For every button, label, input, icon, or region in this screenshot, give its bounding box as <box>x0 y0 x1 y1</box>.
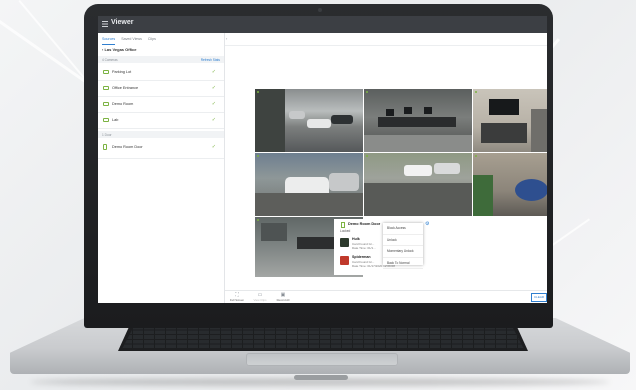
camera-icon <box>103 118 109 122</box>
checkmark-icon: ✓ <box>211 144 216 150</box>
menu-item-block-access[interactable]: Block Access <box>383 223 423 235</box>
event-time: Date Time: 01/1... <box>352 246 376 250</box>
door-icon <box>103 144 107 150</box>
trackpad <box>246 353 398 366</box>
door-title: Demo Room Door <box>348 222 381 226</box>
view-clips-label: View Clips <box>253 298 267 302</box>
tab-saved-views[interactable]: Saved Views <box>121 37 142 45</box>
main-view: ‹ Demo Room Door ⚙ Locked Hulk Card Foun… <box>225 33 547 303</box>
avatar <box>340 256 349 265</box>
tab-sources[interactable]: Sources <box>102 37 116 45</box>
sidebar-item-demo-room[interactable]: Demo Room ✓ <box>98 97 224 113</box>
gear-icon[interactable]: ⚙ <box>425 221 429 227</box>
keyboard-rows <box>122 326 524 349</box>
camera-icon <box>103 86 109 90</box>
view-clips-button[interactable]: ▭ View Clips <box>249 292 271 302</box>
divider <box>225 45 547 46</box>
doors-count: 1 Door <box>102 133 112 137</box>
tab-clips[interactable]: Clips <box>148 37 156 45</box>
refresh-stats-link[interactable]: Refresh Stats <box>201 58 220 62</box>
hamburger-menu-icon[interactable] <box>102 21 108 27</box>
avatar <box>340 238 349 247</box>
record-all-button[interactable]: ▣ Record All <box>272 292 294 302</box>
camera-tile-office-entrance[interactable] <box>254 152 364 217</box>
app-title: Viewer <box>111 19 134 26</box>
checkmark-icon: ✓ <box>211 69 216 75</box>
camera-icon <box>103 102 109 106</box>
sidebar-item-lab[interactable]: Lab ✓ <box>98 113 224 129</box>
lid-notch <box>294 375 348 380</box>
door-status: Locked <box>340 229 351 233</box>
sidebar-item-parking-lot[interactable]: Parking Lot ✓ <box>98 65 224 81</box>
sidebar-item-label: Lab <box>112 118 119 122</box>
checkmark-icon: ✓ <box>211 117 216 123</box>
online-indicator <box>257 219 259 221</box>
site-name: Las Vegas Office <box>104 47 137 52</box>
sidebar-item-label: Office Entrance <box>112 86 139 90</box>
door-panel: Demo Room Door ⚙ Locked Hulk Card Found … <box>334 219 547 275</box>
full-screen-label: Full Screen <box>229 298 245 302</box>
online-indicator <box>257 155 259 157</box>
clear-button[interactable]: CLEAR <box>531 293 547 302</box>
sidebar-item-label: Demo Room <box>112 102 134 106</box>
app-screen: Viewer Sources Saved Views Clips ‹ Las V… <box>98 16 547 303</box>
online-indicator <box>475 91 477 93</box>
camera-tile-demo-room[interactable] <box>472 88 547 153</box>
title-bar: Viewer <box>98 16 547 33</box>
sidebar-item-label: Parking Lot <box>112 70 132 74</box>
online-indicator <box>366 155 368 157</box>
menu-item-back-to-normal[interactable]: Back To Normal <box>383 258 423 269</box>
online-indicator <box>366 91 368 93</box>
checkmark-icon: ✓ <box>211 101 216 107</box>
context-menu: Block Access Unlock Momentary Unlock Bac… <box>383 223 423 269</box>
bottom-toolbar: ⛶ Full Screen ▭ View Clips ▣ Record All … <box>225 290 547 303</box>
sidebar-item-label: Demo Room Door <box>112 145 143 149</box>
webcam <box>318 8 322 12</box>
menu-item-unlock[interactable]: Unlock <box>383 235 423 246</box>
menu-item-momentary-unlock[interactable]: Momentary Unlock <box>383 246 423 258</box>
site-selector[interactable]: ‹ Las Vegas Office <box>102 47 136 52</box>
record-all-label: Record All <box>276 298 290 302</box>
sidebar: Sources Saved Views Clips ‹ Las Vegas Of… <box>98 33 225 303</box>
event-name: Hulk <box>352 237 360 241</box>
camera-tile-lab[interactable] <box>363 88 473 153</box>
collapse-sidebar-icon[interactable]: ‹ <box>226 36 227 41</box>
checkmark-icon: ✓ <box>211 85 216 91</box>
camera-tile-parking-lot[interactable] <box>254 88 364 153</box>
camera-tile-parking-lot-2[interactable] <box>363 152 473 217</box>
camera-tile-office[interactable] <box>472 152 547 217</box>
cameras-section-header: 4 Cameras Refresh Stats <box>98 56 224 63</box>
online-indicator <box>475 155 477 157</box>
sidebar-item-office-entrance[interactable]: Office Entrance ✓ <box>98 81 224 97</box>
cameras-count: 4 Cameras <box>102 58 118 62</box>
online-indicator <box>257 91 259 93</box>
event-name: Spiderman <box>352 255 371 259</box>
doors-section-header: 1 Door <box>98 131 224 138</box>
sidebar-item-demo-room-door[interactable]: Demo Room Door ✓ <box>98 140 224 159</box>
camera-icon <box>103 70 109 74</box>
sidebar-tabs: Sources Saved Views Clips <box>102 37 156 45</box>
door-icon <box>341 222 345 228</box>
full-screen-button[interactable]: ⛶ Full Screen <box>226 292 248 302</box>
